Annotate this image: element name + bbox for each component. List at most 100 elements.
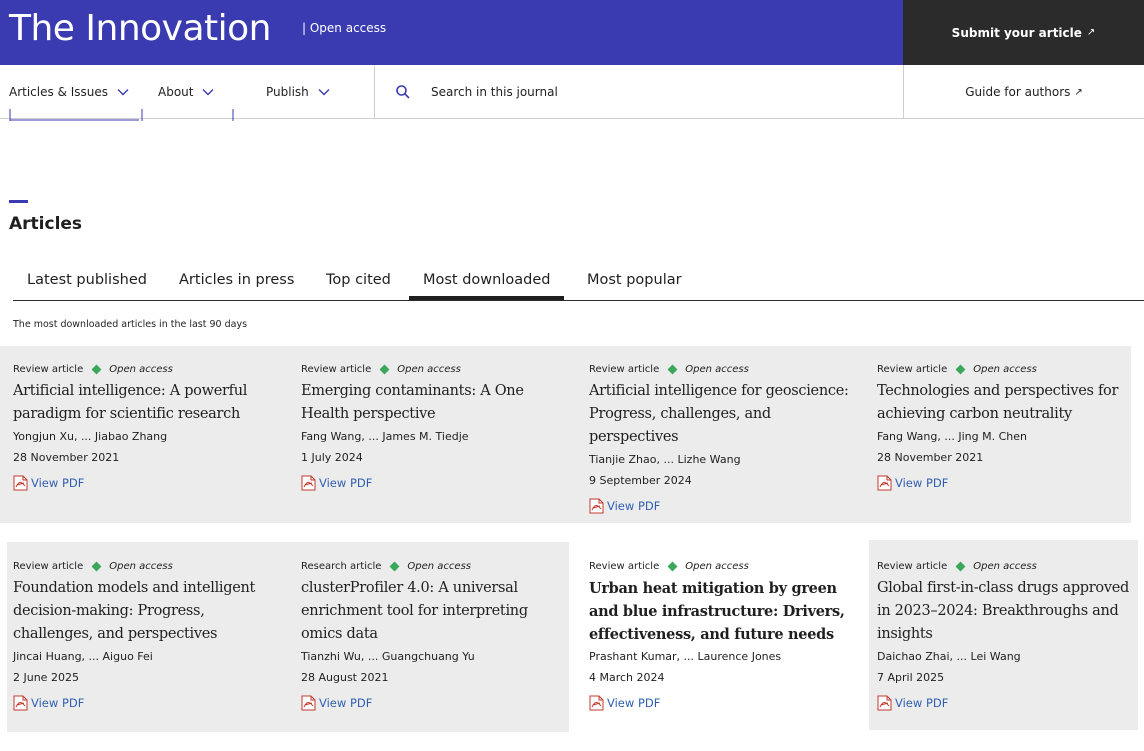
article-type: Review article: [877, 363, 948, 375]
pdf-icon: [877, 695, 892, 711]
article-authors: Jincai Huang, ... Aiguo Fei: [13, 650, 153, 663]
view-pdf-link[interactable]: View PDF: [13, 695, 283, 711]
article-date: 4 March 2024: [589, 671, 665, 684]
view-pdf-link[interactable]: View PDF: [589, 498, 859, 514]
pdf-icon: [589, 498, 604, 514]
tab-description: The most downloaded articles in the last…: [13, 319, 248, 330]
external-arrow-icon: ↗: [1074, 86, 1083, 98]
article-card: Review article Open access Urban heat mit…: [589, 559, 859, 711]
article-title[interactable]: Foundation models and intelligent decisi…: [13, 577, 283, 646]
tab-latest-published[interactable]: Latest published: [13, 272, 161, 300]
article-meta: Review article Open access: [589, 559, 859, 573]
open-access-diamond-icon: [667, 364, 678, 374]
article-card: Review article Open access Artificial int…: [13, 362, 283, 491]
article-authors: Prashant Kumar, ... Laurence Jones: [589, 650, 782, 663]
pdf-icon: [13, 695, 28, 711]
tab-most-popular[interactable]: Most popular: [573, 272, 696, 300]
article-meta: Review article Open access: [589, 362, 859, 376]
article-meta: Review article Open access: [13, 559, 283, 573]
article-date: 28 November 2021: [13, 451, 120, 464]
article-authors: Tianzhi Wu, ... Guangchuang Yu: [301, 650, 475, 663]
article-card: Review article Open access Foundation mod…: [13, 559, 283, 711]
view-pdf-link[interactable]: View PDF: [877, 475, 1127, 491]
open-access-label: Open access: [109, 363, 173, 375]
article-title[interactable]: clusterProfiler 4.0: A universal enrichm…: [301, 577, 571, 646]
open-access-label: Open access: [397, 363, 461, 375]
article-card: Review article Open access Artificial int…: [589, 362, 859, 514]
article-date: 28 August 2021: [301, 671, 389, 684]
article-title[interactable]: Artificial intelligence for geoscience: …: [589, 380, 859, 449]
pdf-icon: [589, 695, 604, 711]
open-access-diamond-icon: [379, 364, 390, 374]
tab-articles-in-press[interactable]: Articles in press: [165, 272, 308, 300]
open-access-label: Open access: [685, 560, 749, 572]
view-pdf-label: View PDF: [895, 696, 949, 710]
view-pdf-link[interactable]: View PDF: [877, 695, 1135, 711]
submit-article-button[interactable]: Submit your article ↗: [903, 0, 1144, 65]
article-date: 9 September 2024: [589, 474, 692, 487]
article-type: Review article: [13, 560, 84, 572]
open-access-tag: | Open access: [302, 21, 387, 35]
chevron-down-icon: [318, 89, 330, 96]
open-access-label: Open access: [109, 560, 173, 572]
view-pdf-link[interactable]: View PDF: [13, 475, 283, 491]
article-authors: Daichao Zhai, ... Lei Wang: [877, 650, 1021, 663]
nav-publish[interactable]: Publish: [266, 65, 331, 119]
view-pdf-link[interactable]: View PDF: [301, 475, 571, 491]
tab-top-cited[interactable]: Top cited: [312, 272, 405, 300]
view-pdf-label: View PDF: [319, 476, 373, 490]
article-date: 28 November 2021: [877, 451, 984, 464]
external-arrow-icon: ↗: [1086, 27, 1096, 38]
view-pdf-label: View PDF: [895, 476, 949, 490]
article-type: Research article: [301, 560, 382, 572]
article-title[interactable]: Emerging contaminants: A One Health pers…: [301, 380, 571, 426]
article-title[interactable]: Artificial intelligence: A powerful para…: [13, 380, 283, 426]
open-access-label: Open access: [973, 560, 1037, 572]
open-access-diamond-icon: [389, 561, 400, 571]
guide-for-authors-label: Guide for authors: [965, 85, 1071, 99]
chevron-down-icon: [117, 89, 129, 96]
open-access-label: Open access: [407, 560, 472, 572]
article-meta: Review article Open access: [13, 362, 283, 376]
article-authors: Fang Wang, ... Jing M. Chen: [877, 430, 1027, 443]
pdf-icon: [877, 475, 892, 491]
view-pdf-link[interactable]: View PDF: [589, 695, 859, 711]
article-meta: Review article Open access: [877, 559, 1135, 573]
view-pdf-label: View PDF: [31, 476, 85, 490]
article-type: Review article: [589, 363, 660, 375]
pdf-icon: [301, 695, 316, 711]
submit-article-label: Submit your article: [951, 25, 1082, 40]
view-pdf-label: View PDF: [607, 499, 661, 513]
open-access-diamond-icon: [91, 364, 102, 374]
tab-most-downloaded[interactable]: Most downloaded: [409, 272, 565, 300]
article-card: Review article Open access Global first-i…: [877, 559, 1135, 711]
journal-search-input[interactable]: [421, 78, 881, 106]
article-title[interactable]: Technologies and perspectives for achiev…: [877, 380, 1127, 426]
article-date: 2 June 2025: [13, 671, 79, 684]
article-type: Review article: [13, 363, 84, 375]
open-access-label: Open access: [685, 363, 749, 375]
article-tabs: Latest published Articles in press Top c…: [13, 272, 1144, 301]
article-title[interactable]: Urban heat mitigation by green and blue …: [589, 577, 859, 646]
open-access-diamond-icon: [955, 364, 966, 374]
nav-divider: [374, 65, 375, 119]
search-icon[interactable]: [395, 84, 411, 100]
article-card: Research article Open access clusterProfi…: [301, 559, 571, 711]
article-authors: Fang Wang, ... James M. Tiedje: [301, 430, 469, 443]
article-authors: Yongjun Xu, ... Jiabao Zhang: [13, 430, 168, 443]
article-title[interactable]: Global first-in-class drugs approved in …: [877, 577, 1135, 646]
view-pdf-label: View PDF: [31, 696, 85, 710]
open-access-diamond-icon: [91, 561, 102, 571]
article-meta: Review article Open access: [877, 362, 1127, 376]
pdf-icon: [301, 475, 316, 491]
guide-for-authors-link[interactable]: Guide for authors ↗: [904, 65, 1144, 119]
article-meta: Review article Open access: [301, 362, 571, 376]
view-pdf-link[interactable]: View PDF: [301, 695, 571, 711]
article-type: Review article: [589, 560, 660, 572]
section-accent-bar: [9, 200, 28, 203]
journal-logo[interactable]: The Innovation: [9, 7, 272, 51]
article-card: Review article Open access Emerging conta…: [301, 362, 571, 491]
nav-item-label: Publish: [266, 85, 309, 99]
pdf-icon: [13, 475, 28, 491]
article-type: Review article: [877, 560, 948, 572]
